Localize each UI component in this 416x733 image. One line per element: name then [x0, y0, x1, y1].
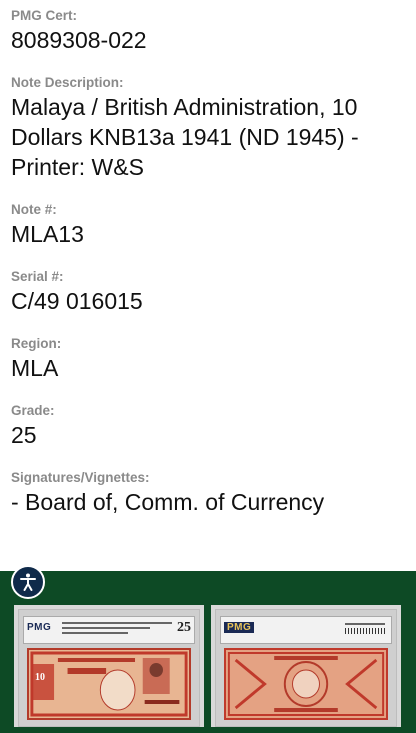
- note-front-image[interactable]: PMG 25 10: [14, 605, 204, 727]
- field-grade: Grade: 25: [11, 403, 405, 450]
- field-region: Region: MLA: [11, 336, 405, 383]
- field-value: MLA13: [11, 221, 84, 247]
- field-label: Signatures/Vignettes:: [11, 470, 150, 485]
- field-value: 8089308-022: [11, 27, 147, 53]
- accessibility-icon: [20, 573, 36, 591]
- holder-label: PMG 25: [23, 616, 195, 644]
- field-label: PMG Cert:: [11, 8, 78, 23]
- banknote-front: 10: [27, 648, 191, 720]
- pmg-logo: PMG: [27, 622, 52, 633]
- field-note-number: Note #: MLA13: [11, 202, 405, 249]
- holder-label: PMG: [220, 616, 392, 644]
- field-serial: Serial #: C/49 016015: [11, 269, 405, 316]
- field-pmg-cert: PMG Cert: 8089308-022: [11, 8, 405, 55]
- grade-badge: 25: [177, 620, 191, 635]
- barcode: [345, 623, 385, 634]
- banknote-back-art: [226, 650, 386, 718]
- banknote-front-art: [29, 650, 189, 718]
- field-label: Note #:: [11, 202, 57, 217]
- holder-slab: PMG: [215, 609, 397, 727]
- banknote-back: [224, 648, 388, 720]
- field-label: Grade:: [11, 403, 55, 418]
- note-back-image[interactable]: PMG: [211, 605, 401, 727]
- pmg-logo: PMG: [224, 622, 255, 633]
- field-label: Serial #:: [11, 269, 64, 284]
- denomination-label: 10: [35, 672, 45, 683]
- cert-details: PMG Cert: 8089308-022 Note Description: …: [0, 0, 416, 517]
- field-note-description: Note Description: Malaya / British Admin…: [11, 75, 405, 182]
- field-value: MLA: [11, 355, 59, 381]
- field-value: Malaya / British Administration, 10 Doll…: [11, 94, 359, 180]
- label-text-lines: [62, 622, 172, 637]
- field-value: C/49 016015: [11, 288, 143, 314]
- field-value: - Board of, Comm. of Currency: [11, 489, 325, 515]
- accessibility-button[interactable]: [11, 565, 45, 599]
- field-value: 25: [11, 422, 37, 448]
- holder-slab: PMG 25 10: [18, 609, 200, 727]
- field-label: Note Description:: [11, 75, 124, 90]
- field-signatures: Signatures/Vignettes: - Board of, Comm. …: [11, 470, 405, 517]
- field-label: Region:: [11, 336, 62, 351]
